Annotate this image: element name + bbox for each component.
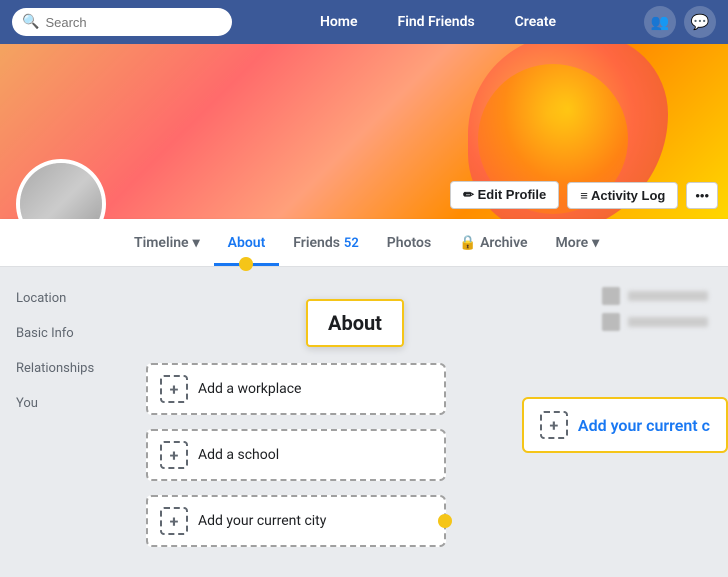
- top-navigation: 🔍 Home Find Friends Create 👥 💬: [0, 0, 728, 44]
- blurred-row-1: [602, 287, 708, 305]
- blurred-row-2: [602, 313, 708, 331]
- tab-about[interactable]: About: [214, 223, 280, 266]
- blurred-icon-1: [602, 287, 620, 305]
- add-school-label: Add a school: [198, 447, 279, 463]
- sidebar-item-relationships[interactable]: Relationships: [12, 353, 118, 384]
- nav-create[interactable]: Create: [507, 10, 564, 34]
- tab-friends[interactable]: Friends 52: [279, 223, 373, 266]
- tab-archive[interactable]: 🔒 Archive: [445, 223, 541, 266]
- add-city-label: Add your current city: [198, 513, 326, 529]
- add-workplace-icon: +: [160, 375, 188, 403]
- right-blurred-info: [602, 287, 708, 331]
- add-workplace-label: Add a workplace: [198, 381, 301, 397]
- add-city-icon: +: [160, 507, 188, 535]
- floating-add-label: Add your current c: [578, 416, 710, 435]
- left-sidebar: Location Basic Info Relationships You: [0, 267, 130, 577]
- add-workplace-item[interactable]: + Add a workplace: [146, 363, 446, 415]
- messenger-icon[interactable]: 💬: [684, 6, 716, 38]
- sidebar-item-location[interactable]: Location: [12, 283, 118, 314]
- search-input[interactable]: [45, 15, 222, 30]
- nav-links: Home Find Friends Create: [312, 10, 564, 34]
- tab-timeline[interactable]: Timeline ▾: [120, 223, 214, 266]
- add-city-item[interactable]: + Add your current city: [146, 495, 446, 547]
- blurred-text-2: [628, 317, 708, 327]
- sidebar-item-you[interactable]: You: [12, 388, 118, 419]
- nav-icon-group: 👥 💬: [644, 6, 716, 38]
- people-icon[interactable]: 👥: [644, 6, 676, 38]
- blurred-text-1: [628, 291, 708, 301]
- edit-profile-button[interactable]: ✏ Edit Profile: [450, 181, 559, 209]
- profile-tab-bar: Timeline ▾ About Friends 52 Photos 🔒 Arc…: [0, 219, 728, 267]
- floating-add-city[interactable]: + Add your current c: [522, 397, 728, 453]
- avatar: [16, 159, 106, 219]
- profile-actions: ✏ Edit Profile ≡ Activity Log •••: [450, 181, 718, 209]
- search-icon: 🔍: [22, 14, 39, 30]
- more-options-button[interactable]: •••: [686, 182, 718, 209]
- activity-log-button[interactable]: ≡ Activity Log: [567, 182, 678, 209]
- cover-photo-area: ✏ Edit Profile ≡ Activity Log •••: [0, 44, 728, 219]
- about-tooltip: About: [306, 299, 404, 347]
- content-area: About + Add a workplace + Add a school +…: [130, 267, 728, 577]
- avatar-image: [20, 163, 102, 219]
- blurred-icon-2: [602, 313, 620, 331]
- tab-more[interactable]: More ▾: [542, 223, 614, 266]
- add-school-item[interactable]: + Add a school: [146, 429, 446, 481]
- sidebar-item-basic-info[interactable]: Basic Info: [12, 318, 118, 349]
- tab-photos[interactable]: Photos: [373, 223, 445, 266]
- floating-add-icon: +: [540, 411, 568, 439]
- search-bar[interactable]: 🔍: [12, 8, 232, 36]
- main-content: Location Basic Info Relationships You Ab…: [0, 267, 728, 577]
- add-school-icon: +: [160, 441, 188, 469]
- nav-find-friends[interactable]: Find Friends: [390, 10, 483, 34]
- nav-home[interactable]: Home: [312, 10, 366, 34]
